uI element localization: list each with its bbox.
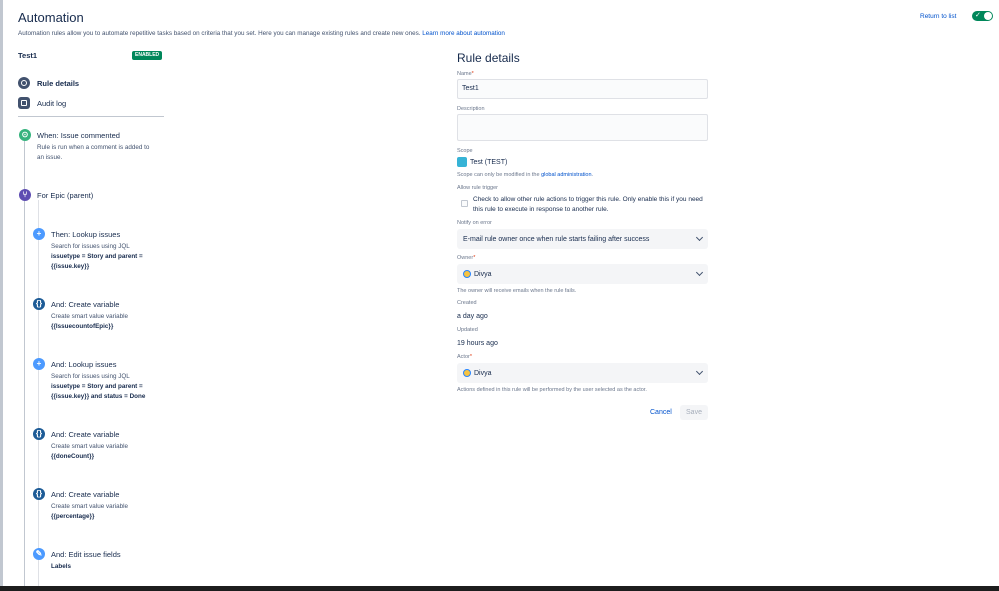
actor-value: Divya — [463, 369, 492, 377]
desc-prefix: Create smart value variable — [51, 443, 128, 450]
description-label: Description — [457, 106, 485, 112]
rule-details-icon — [18, 77, 30, 89]
chevron-down-icon — [695, 233, 704, 242]
notify-label: Notify on error — [457, 220, 492, 226]
step-description: Search for issues using JQL issuetype = … — [51, 242, 166, 272]
save-button[interactable]: Save — [680, 405, 708, 420]
action-step[interactable]: + And: Lookup issues Search for issues u… — [33, 358, 166, 402]
desc-fields: Labels — [51, 563, 71, 570]
avatar — [463, 270, 471, 278]
desc-prefix: Search for issues using JQL — [51, 373, 130, 380]
allow-trigger-text: Check to allow other rule actions to tri… — [473, 196, 703, 213]
notify-value: E-mail rule owner once when rule starts … — [463, 235, 650, 243]
desc-query: issuetype = Story and parent = {{issue.k… — [51, 383, 146, 400]
trigger-step[interactable]: ⊙ When: Issue commented Rule is run when… — [19, 129, 152, 163]
chevron-down-icon — [695, 268, 704, 277]
nav-label: Audit log — [37, 98, 67, 108]
audit-log-icon — [18, 97, 30, 109]
desc-prefix: Create smart value variable — [51, 503, 128, 510]
chevron-down-icon — [695, 367, 704, 376]
desc-variable: {{percentage}} — [51, 513, 95, 520]
step-description: Search for issues using JQL issuetype = … — [51, 372, 166, 402]
nav-rule-details[interactable]: Rule details — [18, 76, 79, 90]
step-description: Labels — [51, 562, 166, 572]
created-value: a day ago — [457, 313, 488, 320]
action-step[interactable]: ✎ And: Edit issue fields Labels — [33, 548, 166, 572]
step-description: Create smart value variable {{Issuecount… — [51, 312, 166, 332]
divider — [18, 116, 164, 117]
allow-trigger-checkbox[interactable] — [461, 200, 468, 207]
updated-label: Updated — [457, 327, 478, 333]
global-administration-link[interactable]: global administration — [541, 172, 591, 178]
allow-trigger-label: Allow rule trigger — [457, 185, 498, 191]
return-to-list-link[interactable]: Return to list — [920, 13, 957, 20]
action-step[interactable]: {} And: Create variable Create smart val… — [33, 298, 166, 332]
desc-variable: {{doneCount}} — [51, 453, 95, 460]
desc-query: issuetype = Story and parent = {{issue.k… — [51, 253, 143, 270]
step-title: And: Lookup issues — [51, 360, 117, 369]
owner-value: Divya — [463, 270, 492, 278]
created-label: Created — [457, 300, 477, 306]
learn-more-link[interactable]: Learn more about automation — [422, 30, 505, 37]
actor-select[interactable]: Divya — [457, 363, 708, 383]
branch-icon: ⑂ — [19, 189, 31, 201]
name-value: Test1 — [462, 85, 479, 92]
owner-select[interactable]: Divya — [457, 264, 708, 284]
branch-step[interactable]: ⑂ For Epic (parent) — [19, 189, 93, 201]
step-title: And: Create variable — [51, 430, 120, 439]
name-label: Name* — [457, 71, 474, 77]
scope-helper: Scope can only be modified in the global… — [457, 172, 594, 178]
desc-variable: {{IssuecountofEpic}} — [51, 323, 114, 330]
edit-icon: ✎ — [33, 548, 45, 560]
step-description: Rule is run when a comment is added to a… — [37, 144, 150, 161]
rule-enabled-toggle[interactable]: ✓ — [972, 11, 993, 21]
cancel-button[interactable]: Cancel — [650, 409, 672, 416]
toggle-knob — [984, 12, 992, 20]
desc-prefix: Search for issues using JQL — [51, 243, 130, 250]
window-left-border — [0, 0, 3, 591]
taskbar — [0, 586, 999, 591]
step-title: And: Edit issue fields — [51, 550, 121, 559]
variable-icon: {} — [33, 298, 45, 310]
updated-value: 19 hours ago — [457, 340, 498, 347]
action-icon: + — [33, 358, 45, 370]
flow-connector — [24, 141, 25, 591]
name-field[interactable]: Test1 — [457, 79, 708, 99]
scope-value: Test (TEST) — [457, 157, 507, 167]
check-icon: ✓ — [975, 12, 981, 19]
step-description: Create smart value variable {{doneCount}… — [51, 442, 166, 462]
step-title: And: Create variable — [51, 300, 120, 309]
page-title: Automation — [18, 10, 84, 25]
rule-name: Test1 — [18, 51, 38, 60]
scope-label: Scope — [457, 148, 473, 154]
action-step[interactable]: {} And: Create variable Create smart val… — [33, 488, 166, 522]
step-title: For Epic (parent) — [37, 191, 94, 200]
action-step[interactable]: + Then: Lookup issues Search for issues … — [33, 228, 166, 272]
rule-details-title: Rule details — [457, 51, 520, 65]
owner-label: Owner* — [457, 255, 476, 261]
actor-label: Actor* — [457, 354, 472, 360]
project-icon — [457, 157, 467, 167]
intro-text: Automation rules allow you to automate r… — [18, 30, 505, 37]
action-step[interactable]: {} And: Create variable Create smart val… — [33, 428, 166, 462]
avatar — [463, 369, 471, 377]
nav-audit-log[interactable]: Audit log — [18, 96, 66, 110]
action-icon: + — [33, 228, 45, 240]
step-title: And: Create variable — [51, 490, 120, 499]
step-description: Create smart value variable {{percentage… — [51, 502, 166, 522]
owner-helper: The owner will receive emails when the r… — [457, 288, 577, 294]
trigger-icon: ⊙ — [19, 129, 31, 141]
variable-icon: {} — [33, 428, 45, 440]
description-value — [458, 115, 707, 125]
notify-select[interactable]: E-mail rule owner once when rule starts … — [457, 229, 708, 249]
description-field[interactable] — [457, 114, 708, 141]
step-title: When: Issue commented — [37, 131, 120, 140]
status-badge: ENABLED — [132, 51, 163, 60]
variable-icon: {} — [33, 488, 45, 500]
desc-prefix: Create smart value variable — [51, 313, 128, 320]
nav-label: Rule details — [37, 78, 80, 88]
intro-description: Automation rules allow you to automate r… — [18, 30, 421, 37]
step-title: Then: Lookup issues — [51, 230, 121, 239]
actor-helper: Actions defined in this rule will be per… — [457, 387, 647, 393]
